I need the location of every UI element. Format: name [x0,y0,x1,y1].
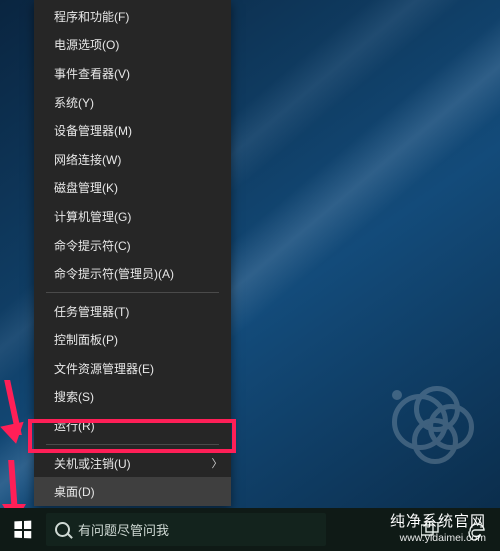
edge-browser-button[interactable] [454,508,500,551]
menu-item-power-options[interactable]: 电源选项(O) [34,31,231,60]
menu-item-desktop[interactable]: 桌面(D) [34,477,231,506]
menu-item-command-prompt-admin[interactable]: 命令提示符(管理员)(A) [34,259,231,288]
winx-context-menu: 程序和功能(F) 电源选项(O) 事件查看器(V) 系统(Y) 设备管理器(M)… [34,0,231,506]
taskbar-pinned-apps [408,508,500,551]
menu-item-computer-management[interactable]: 计算机管理(G) [34,202,231,231]
menu-item-label: 关机或注销(U) [54,455,203,472]
menu-item-label: 设备管理器(M) [54,122,231,139]
menu-item-label: 桌面(D) [54,483,231,500]
menu-item-label: 搜索(S) [54,388,231,405]
menu-item-programs-features[interactable]: 程序和功能(F) [34,2,231,31]
menu-item-task-manager[interactable]: 任务管理器(T) [34,297,231,326]
taskbar-search[interactable]: 有问题尽管问我 [46,513,326,546]
task-view-button[interactable] [408,508,454,551]
menu-item-label: 命令提示符(C) [54,237,231,254]
menu-item-label: 电源选项(O) [54,36,231,53]
menu-item-label: 程序和功能(F) [54,8,231,25]
menu-item-label: 网络连接(W) [54,151,231,168]
menu-item-label: 磁盘管理(K) [54,179,231,196]
menu-separator [46,292,219,293]
menu-item-file-explorer[interactable]: 文件资源管理器(E) [34,354,231,383]
menu-item-label: 控制面板(P) [54,331,231,348]
menu-item-device-manager[interactable]: 设备管理器(M) [34,116,231,145]
windows-logo-icon [14,521,31,539]
start-button[interactable] [0,508,44,551]
menu-item-control-panel[interactable]: 控制面板(P) [34,325,231,354]
menu-item-search[interactable]: 搜索(S) [34,383,231,412]
taskbar: 有问题尽管问我 [0,508,500,551]
menu-item-network-connections[interactable]: 网络连接(W) [34,145,231,174]
menu-item-label: 计算机管理(G) [54,208,231,225]
search-placeholder: 有问题尽管问我 [78,520,169,539]
chevron-right-icon: 〉 [203,455,231,471]
menu-item-label: 文件资源管理器(E) [54,360,231,377]
menu-item-label: 系统(Y) [54,94,231,111]
menu-item-disk-management[interactable]: 磁盘管理(K) [34,174,231,203]
cortana-icon [55,522,70,537]
menu-item-event-viewer[interactable]: 事件查看器(V) [34,59,231,88]
menu-item-run[interactable]: 运行(R) [34,411,231,440]
menu-separator [46,444,219,445]
menu-item-shutdown-signout[interactable]: 关机或注销(U) 〉 [34,449,231,478]
menu-item-label: 命令提示符(管理员)(A) [54,265,231,282]
watermark-paw [392,390,478,480]
menu-item-command-prompt[interactable]: 命令提示符(C) [34,231,231,260]
menu-item-label: 运行(R) [54,417,231,434]
menu-item-label: 事件查看器(V) [54,65,231,82]
menu-item-system[interactable]: 系统(Y) [34,88,231,117]
menu-item-label: 任务管理器(T) [54,303,231,320]
